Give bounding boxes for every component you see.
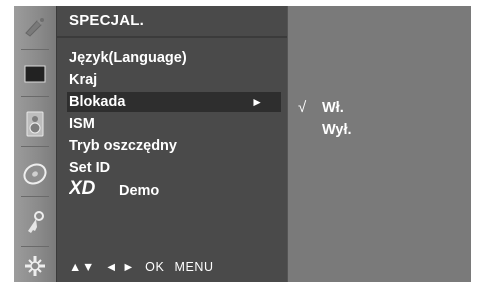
- menu-item-xd-demo[interactable]: XD Demo: [67, 178, 281, 200]
- menu-item-ism[interactable]: ISM: [67, 114, 281, 134]
- lock-submenu-panel: √ Wł. Wył.: [287, 6, 471, 282]
- svg-text:XD: XD: [69, 178, 96, 198]
- satellite-icon[interactable]: [14, 10, 56, 46]
- disc-icon[interactable]: [14, 156, 56, 192]
- menu-item-lock[interactable]: Blokada ►: [67, 92, 281, 112]
- special-menu-panel: SPECJAL. Język(Language) Kraj Blokada ► …: [56, 6, 287, 282]
- checkmark-icon: √: [298, 99, 307, 116]
- speaker-icon[interactable]: [14, 106, 56, 142]
- xd-logo: XD: [68, 178, 117, 204]
- category-icon-bar: [14, 6, 56, 282]
- left-right-arrows-icon: ◄ ►: [105, 260, 136, 274]
- picture-icon[interactable]: [14, 56, 56, 92]
- menu-item-set-id[interactable]: Set ID: [67, 158, 281, 178]
- menu-item-country[interactable]: Kraj: [67, 70, 281, 90]
- option-off[interactable]: Wył.: [298, 120, 468, 140]
- up-down-arrows-icon: ▲▼: [69, 260, 95, 274]
- settings-icon[interactable]: [14, 248, 56, 282]
- key-icon[interactable]: [14, 204, 56, 240]
- menu-item-power-saving[interactable]: Tryb oszczędny: [67, 136, 281, 156]
- ok-hint: OK: [145, 260, 165, 274]
- menu-item-language[interactable]: Język(Language): [67, 48, 281, 68]
- menu-title: SPECJAL.: [69, 12, 144, 29]
- submenu-arrow-icon: ►: [251, 95, 263, 109]
- tv-osd-screen: SPECJAL. Język(Language) Kraj Blokada ► …: [14, 6, 471, 282]
- navigation-hint: ▲▼ ◄ ► OK MENU: [69, 260, 220, 274]
- option-on[interactable]: √ Wł.: [298, 98, 468, 118]
- title-divider: [57, 36, 287, 38]
- menu-hint: MENU: [174, 260, 214, 274]
